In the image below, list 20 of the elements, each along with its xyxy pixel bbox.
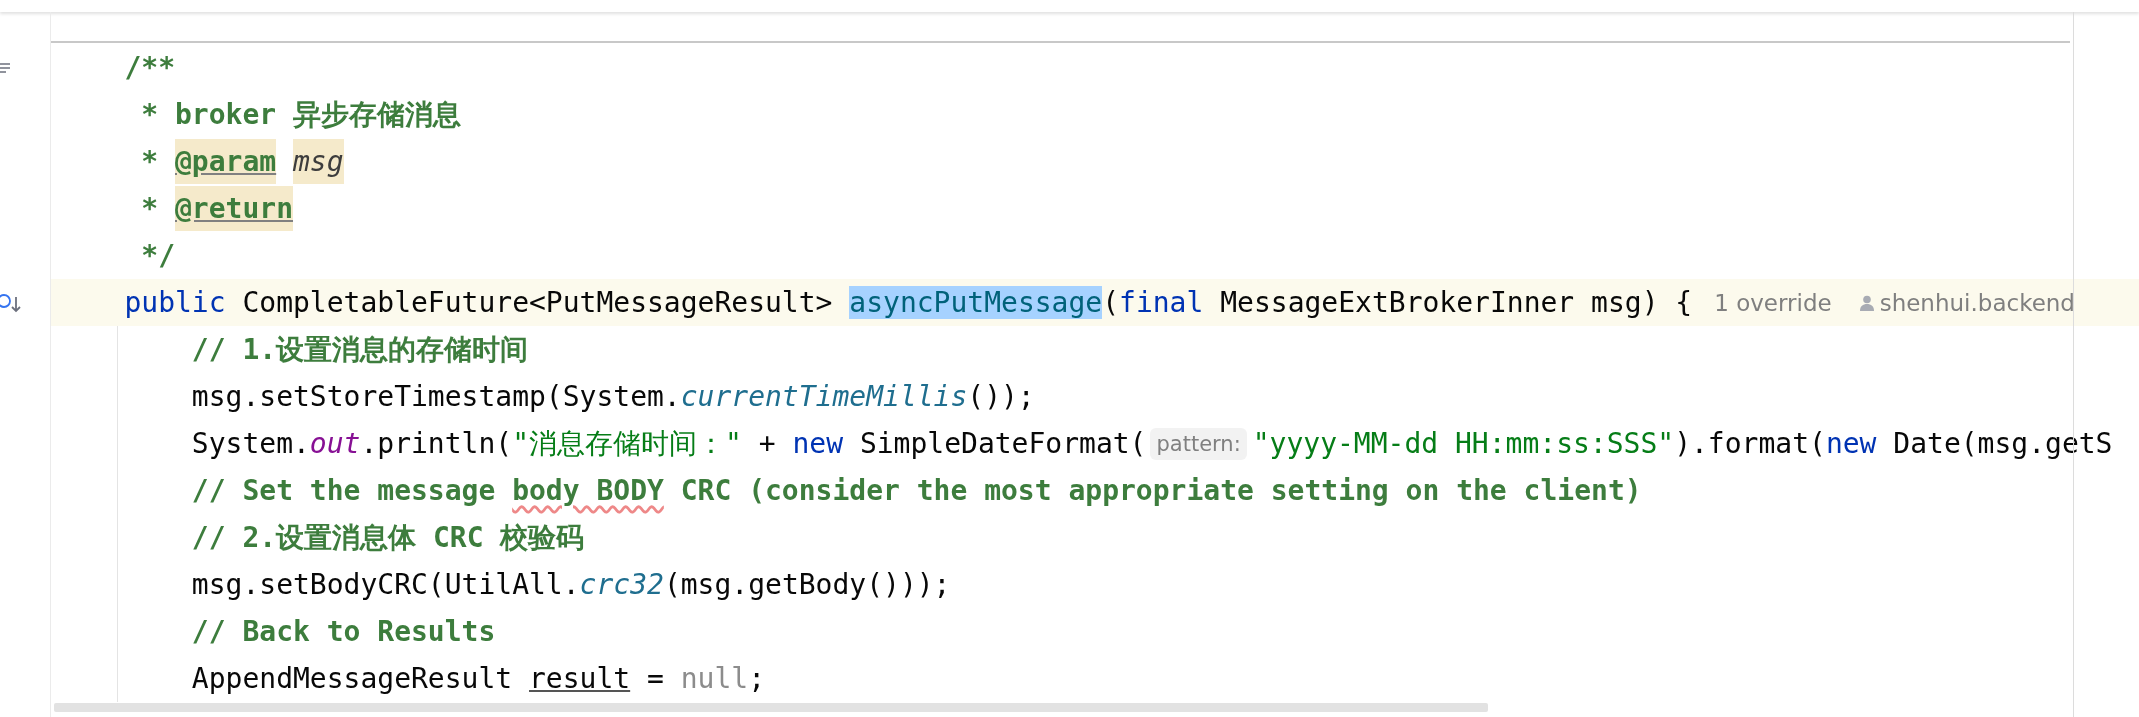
code-text: // Set the message body BODY CRC (consider the most appropriate setting on the client) xyxy=(191,473,1642,509)
code-text: msg.setStoreTimestamp(System.currentTimeMillis()); xyxy=(191,379,1035,415)
code-text: AppendMessageResult result = null; xyxy=(191,661,766,697)
code-text: "yyyy-MM-dd HH:mm:ss:SSS").format(new Date(msg.getS xyxy=(1252,426,2113,462)
code-text: // 1.设置消息的存储时间 xyxy=(191,331,529,368)
code-text: * @param msg xyxy=(124,138,344,185)
code-text: System.out.println("消息存储时间：" + new SimpleDateFormat( xyxy=(191,425,1147,462)
code-text: public CompletableFuture<PutMessageResult> asyncPutMessage(final MessageExtBrokerInner msg) { xyxy=(124,285,1693,321)
lines-icon[interactable] xyxy=(0,61,10,74)
code-text: msg.setBodyCRC(UtilAll.crc32(msg.getBody())); xyxy=(191,567,951,603)
parameter-hint: pattern: xyxy=(1150,427,1247,460)
person-icon xyxy=(1859,294,1874,311)
code-text: /** xyxy=(124,50,175,86)
horizontal-scrollbar[interactable] xyxy=(54,703,1488,712)
code-text: */ xyxy=(140,238,175,274)
code-text: // Back to Results xyxy=(191,614,496,650)
code-text: * broker 异步存储消息 xyxy=(140,96,461,133)
code-text: // 2.设置消息体 CRC 校验码 xyxy=(191,519,585,556)
override-link[interactable]: 1 override xyxy=(1714,289,1832,316)
author-name[interactable]: shenhui.backend xyxy=(1879,289,2075,316)
